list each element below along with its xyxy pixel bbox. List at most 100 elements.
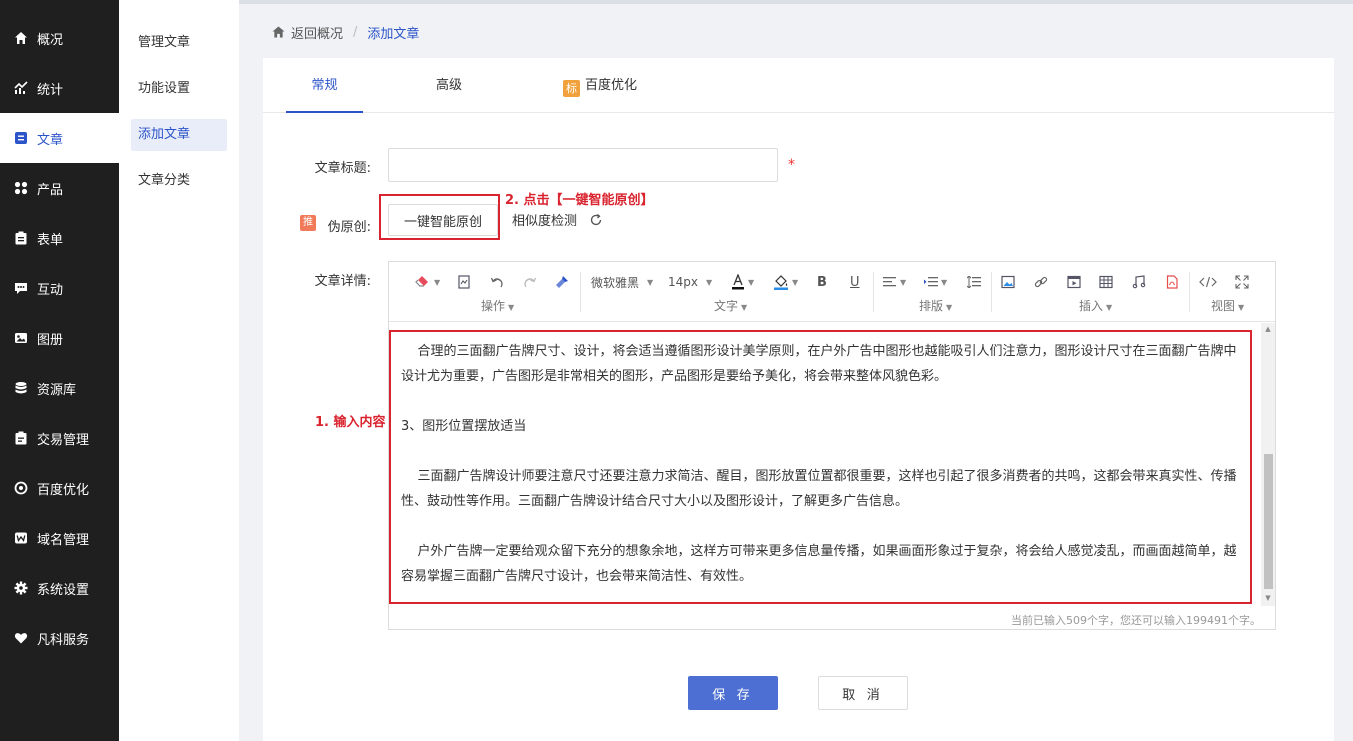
redo-icon xyxy=(523,275,537,289)
title-input[interactable] xyxy=(388,148,778,182)
nav-item-label: 域名管理 xyxy=(37,532,90,548)
align-button[interactable]: ▼ xyxy=(883,272,906,292)
group-layout[interactable]: 排版 ▼ xyxy=(919,297,952,314)
nav-item-stats[interactable]: 统计 xyxy=(0,63,119,113)
nav-item-trade[interactable]: 交易管理 xyxy=(0,413,119,463)
subnav-feature-settings[interactable]: 功能设置 xyxy=(131,73,227,105)
undo-button[interactable] xyxy=(490,272,504,292)
nav-item-label: 互动 xyxy=(37,282,64,298)
content-paragraph: 户外广告牌一定要给观众留下充分的想象余地，这样方可带来更多信息量传播，如果画面形… xyxy=(401,544,1237,584)
nav-item-overview[interactable]: 概况 xyxy=(0,13,119,63)
nav-item-album[interactable]: 图册 xyxy=(0,313,119,363)
toolbar-separator xyxy=(1189,272,1190,312)
gear-icon xyxy=(13,580,29,596)
nav-item-label: 凡科服务 xyxy=(37,632,90,648)
form-tabs: 常规 高级 标百度优化 xyxy=(263,58,1334,113)
font-size-select[interactable]: 14px ▼ xyxy=(668,272,712,292)
brush-icon xyxy=(555,275,569,289)
main-nav: 概况 统计 文章 产品 表单 互动 图册 资源库 交易管理 百度优化 域名管理 xyxy=(0,0,119,741)
nav-item-interaction[interactable]: 互动 xyxy=(0,263,119,313)
rich-text-editor: ▼ 操作 ▼ 微软雅黑 ▼ 14px ▼ ▼ ▼ B U 文字 ▼ ▼ ▼ 排版 ▼ xyxy=(388,261,1276,630)
format-painter-button[interactable] xyxy=(457,272,471,292)
chart-icon xyxy=(13,80,29,96)
message-icon xyxy=(13,280,29,296)
scroll-down-icon[interactable]: ▼ xyxy=(1264,594,1272,604)
nav-item-resources[interactable]: 资源库 xyxy=(0,363,119,413)
nav-item-product[interactable]: 产品 xyxy=(0,163,119,213)
font-family-select[interactable]: 微软雅黑 ▼ xyxy=(591,272,653,292)
required-mark: * xyxy=(788,157,795,173)
annotation-step2: 2. 点击【一键智能原创】 xyxy=(505,193,654,208)
similarity-check[interactable]: 相似度检测 xyxy=(512,210,603,229)
indent-icon xyxy=(924,276,938,288)
music-icon xyxy=(1132,275,1146,289)
cancel-button[interactable]: 取 消 xyxy=(818,676,908,710)
article-form-card: 常规 高级 标百度优化 文章标题: * 推 伪原创: 一键智能原创 2. 点击【… xyxy=(263,58,1334,741)
editor-scrollbar[interactable]: ▲ ▼ xyxy=(1261,323,1275,606)
fullscreen-icon xyxy=(1235,275,1249,289)
breadcrumb-back-link[interactable]: 返回概况 xyxy=(272,23,343,42)
underline-button[interactable]: U xyxy=(850,272,860,292)
detail-label: 文章详情: xyxy=(314,274,371,289)
line-height-button[interactable] xyxy=(967,272,981,292)
nav-item-form[interactable]: 表单 xyxy=(0,213,119,263)
save-button[interactable]: 保 存 xyxy=(688,676,778,710)
bold-button[interactable]: B xyxy=(817,272,827,292)
scroll-thumb[interactable] xyxy=(1264,454,1273,589)
tab-baidu-seo[interactable]: 标百度优化 xyxy=(550,58,650,113)
tab-baidu-label: 百度优化 xyxy=(584,78,637,93)
tab-advanced[interactable]: 高级 xyxy=(418,58,480,113)
brush-button[interactable] xyxy=(555,272,569,292)
nav-item-label: 系统设置 xyxy=(37,582,90,598)
subnav-article-category[interactable]: 文章分类 xyxy=(131,165,227,197)
indent-button[interactable]: ▼ xyxy=(924,272,947,292)
title-label: 文章标题: xyxy=(314,161,371,176)
toolbar-separator xyxy=(991,272,992,312)
nav-item-services[interactable]: 凡科服务 xyxy=(0,613,119,663)
insert-pdf-button[interactable] xyxy=(1165,272,1179,292)
pseudo-original-label: 伪原创: xyxy=(327,220,371,235)
subnav-add-article[interactable]: 添加文章 xyxy=(131,119,227,151)
group-text[interactable]: 文字 ▼ xyxy=(714,297,747,314)
font-color-button[interactable]: ▼ xyxy=(731,272,754,292)
highlight-color-button[interactable]: ▼ xyxy=(773,272,798,292)
breadcrumb: 返回概况 / 添加文章 xyxy=(272,22,419,42)
source-code-button[interactable] xyxy=(1199,272,1217,292)
subnav-manage-articles[interactable]: 管理文章 xyxy=(131,27,227,59)
nav-item-settings[interactable]: 系统设置 xyxy=(0,563,119,613)
insert-link-button[interactable] xyxy=(1034,272,1048,292)
nav-item-article[interactable]: 文章 xyxy=(0,113,119,163)
sub-nav: 管理文章 功能设置 添加文章 文章分类 xyxy=(119,0,239,741)
insert-image-button[interactable] xyxy=(1001,272,1015,292)
group-view[interactable]: 视图 ▼ xyxy=(1211,297,1244,314)
content-paragraph: 三面翻广告牌设计师要注意尺寸还要注意力求简洁、醒目，图形放置位置都很重要，这样也… xyxy=(401,469,1237,509)
tab-general[interactable]: 常规 xyxy=(286,58,363,113)
eraser-icon xyxy=(415,275,431,289)
nav-item-domain[interactable]: 域名管理 xyxy=(0,513,119,563)
nav-item-label: 交易管理 xyxy=(37,432,90,448)
group-operate[interactable]: 操作 ▼ xyxy=(481,297,514,314)
toolbar-separator xyxy=(580,272,581,312)
insert-table-button[interactable] xyxy=(1099,272,1113,292)
underline-icon: U xyxy=(850,274,860,290)
fullscreen-button[interactable] xyxy=(1235,272,1249,292)
video-icon xyxy=(1067,275,1081,289)
order-icon xyxy=(13,430,29,446)
fill-color-icon xyxy=(773,274,789,290)
bold-icon: B xyxy=(817,274,827,290)
redo-button[interactable] xyxy=(523,272,537,292)
insert-music-button[interactable] xyxy=(1132,272,1146,292)
content-paragraph: 合理的三面翻广告牌尺寸、设计，将会适当遵循图形设计美学原则，在户外广告中图形也越… xyxy=(401,344,1237,384)
group-insert[interactable]: 插入 ▼ xyxy=(1079,297,1112,314)
home-icon xyxy=(13,30,29,46)
pdf-icon xyxy=(1165,275,1179,289)
target-icon xyxy=(13,480,29,496)
insert-video-button[interactable] xyxy=(1067,272,1081,292)
top-divider xyxy=(239,0,1353,4)
nav-item-baidu-seo[interactable]: 百度优化 xyxy=(0,463,119,513)
eraser-button[interactable]: ▼ xyxy=(415,272,440,292)
scroll-up-icon[interactable]: ▲ xyxy=(1264,325,1272,335)
editor-content[interactable]: 合理的三面翻广告牌尺寸、设计，将会适当遵循图形设计美学原则，在户外广告中图形也越… xyxy=(389,323,1261,606)
nav-item-label: 文章 xyxy=(37,132,64,148)
article-icon xyxy=(13,130,29,146)
